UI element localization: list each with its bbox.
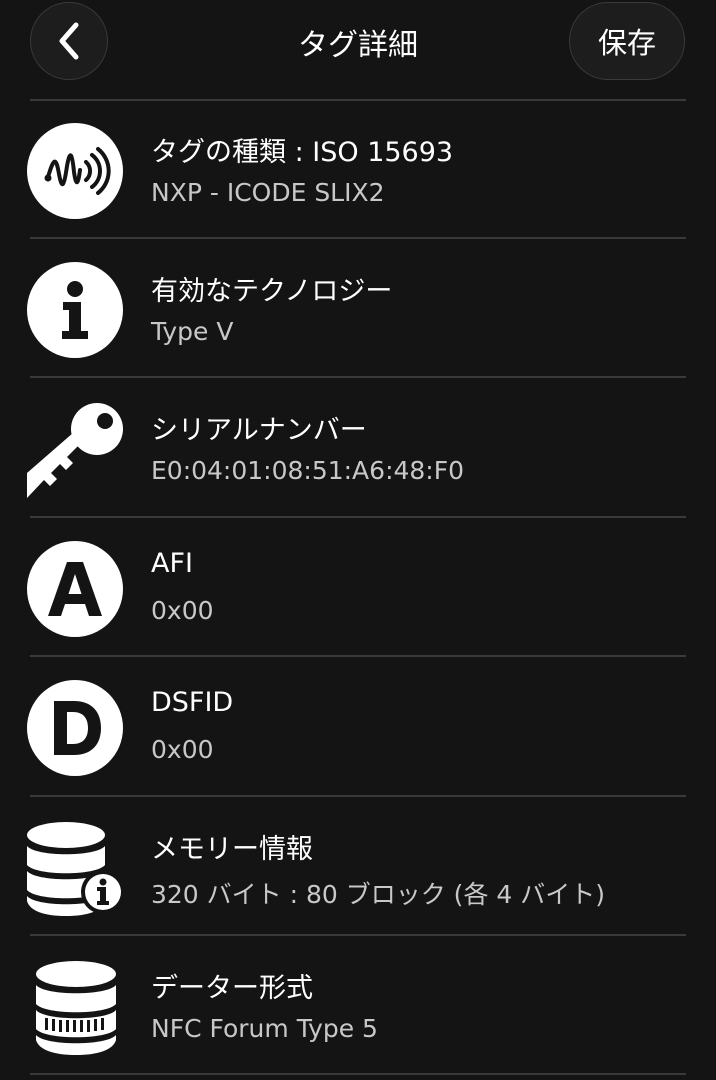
row-value: Type V: [151, 317, 234, 346]
info-icon: [26, 261, 124, 359]
row-title: メモリー情報: [151, 834, 313, 865]
letter-a-icon: [26, 540, 124, 638]
row-value: 0x00: [151, 596, 214, 625]
row-title: シリアルナンバー: [151, 415, 367, 446]
row-tag-type: タグの種類 : ISO 15693 NXP - ICODE SLIX2: [0, 100, 716, 237]
row-dsfid: DSFID 0x00: [0, 657, 716, 794]
save-button[interactable]: 保存: [569, 2, 685, 80]
row-value: 0x00: [151, 735, 214, 764]
letter-d-icon: [26, 679, 124, 777]
row-value: E0:04:01:08:51:A6:48:F0: [151, 456, 465, 485]
divider: [30, 1073, 686, 1075]
row-value: 320 バイト : 80 ブロック (各 4 バイト): [151, 880, 605, 909]
row-title: 有効なテクノロジー: [151, 276, 393, 307]
database-icon: [26, 958, 124, 1056]
row-value: NXP - ICODE SLIX2: [151, 178, 385, 207]
nfc-tag-icon: [26, 122, 124, 220]
row-value: NFC Forum Type 5: [151, 1014, 378, 1043]
row-technology: 有効なテクノロジー Type V: [0, 239, 716, 376]
row-serial-number: シリアルナンバー E0:04:01:08:51:A6:48:F0: [0, 378, 716, 515]
nav-bar: タグ詳細 保存: [0, 0, 716, 100]
row-title: AFI: [151, 548, 193, 579]
row-title: データー形式: [151, 973, 313, 1004]
row-title: DSFID: [151, 687, 234, 718]
row-title: タグの種類 : ISO 15693: [151, 137, 454, 168]
row-data-format: データー形式 NFC Forum Type 5: [0, 936, 716, 1073]
key-icon: [26, 400, 124, 498]
row-afi: AFI 0x00: [0, 518, 716, 655]
database-info-icon: [26, 819, 124, 917]
row-memory-info: メモリー情報 320 バイト : 80 ブロック (各 4 バイト): [0, 797, 716, 934]
